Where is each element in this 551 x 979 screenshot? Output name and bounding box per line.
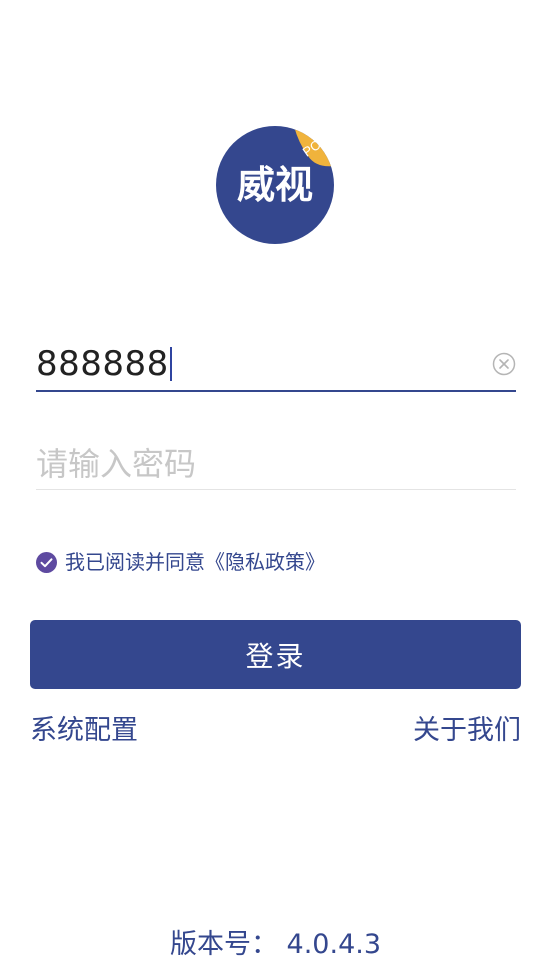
password-field[interactable] [36, 438, 516, 490]
app-logo-graphic: PC 威视 [216, 126, 334, 244]
agreement-row[interactable]: 我已阅读并同意《隐私政策》 [36, 548, 325, 576]
agreement-checkbox[interactable] [36, 551, 57, 573]
username-field[interactable]: 888888 [36, 338, 516, 392]
app-logo: PC 威视 [216, 126, 334, 244]
logo-text: 威视 [237, 162, 313, 207]
password-input[interactable] [36, 442, 516, 486]
system-config-link[interactable]: 系统配置 [30, 714, 138, 748]
username-value: 888888 [36, 344, 169, 384]
text-cursor [169, 346, 172, 381]
username-input[interactable]: 888888 [36, 344, 172, 384]
clear-icon[interactable] [492, 352, 516, 376]
agreement-text[interactable]: 我已阅读并同意《隐私政策》 [65, 548, 325, 576]
check-icon [36, 551, 57, 573]
login-button[interactable]: 登录 [30, 620, 521, 689]
about-us-link[interactable]: 关于我们 [413, 714, 521, 748]
version-label: 版本号： 4.0.4.3 [169, 929, 382, 960]
